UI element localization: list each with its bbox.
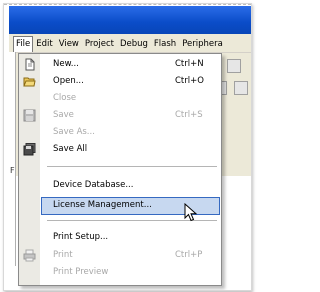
menu-peripherals[interactable]: Periphera xyxy=(179,37,226,53)
menu-item-label: Save All xyxy=(53,144,88,154)
project-panel-edge xyxy=(9,52,16,266)
menu-item-shortcut: Ctrl+P xyxy=(175,250,203,260)
menu-item-save-all[interactable]: Save All xyxy=(19,142,221,158)
project-panel-label: F xyxy=(10,166,15,175)
print-icon xyxy=(23,249,36,262)
window-titlebar xyxy=(9,6,251,34)
toolbar-indent-icon[interactable] xyxy=(227,59,241,73)
menu-file[interactable]: File xyxy=(13,36,34,52)
file-menu-dropdown: New... Ctrl+N Open... Ctrl+O Close Save … xyxy=(18,53,222,286)
menu-item-label: Print Preview xyxy=(53,267,109,277)
new-file-icon xyxy=(25,58,35,71)
menu-flash[interactable]: Flash xyxy=(151,37,179,53)
menu-item-open[interactable]: Open... Ctrl+O xyxy=(19,74,221,90)
menu-item-print: Print Ctrl+P xyxy=(19,248,221,264)
menu-item-label: Close xyxy=(53,93,77,103)
menu-item-shortcut: Ctrl+N xyxy=(175,59,204,69)
menu-bar: File Edit View Project Debug Flash Periphera xyxy=(9,36,251,52)
menu-debug[interactable]: Debug xyxy=(117,37,151,53)
menu-item-label: Open... xyxy=(53,76,84,86)
menu-item-label: Print xyxy=(53,250,73,260)
menu-item-save: Save Ctrl+S xyxy=(19,108,221,124)
open-folder-icon xyxy=(23,77,36,87)
menu-item-label: New... xyxy=(53,59,79,69)
mouse-pointer-icon xyxy=(184,203,198,222)
menu-item-save-as: Save As... xyxy=(19,125,221,141)
toolbar-options-icon[interactable] xyxy=(234,81,248,95)
save-disk-icon xyxy=(23,109,36,122)
menu-item-shortcut: Ctrl+S xyxy=(175,110,203,120)
menu-item-print-preview: Print Preview xyxy=(19,265,221,281)
menu-separator xyxy=(47,166,217,167)
save-all-icon xyxy=(23,143,36,156)
menu-item-label: Save xyxy=(53,110,74,120)
menu-project[interactable]: Project xyxy=(82,37,117,53)
screenshot-frame: File Edit View Project Debug Flash Periphera F… xyxy=(3,3,252,291)
menu-item-label: Save As... xyxy=(53,127,95,137)
menu-item-new[interactable]: New... Ctrl+N xyxy=(19,57,221,73)
menu-item-label: License Management... xyxy=(53,200,152,210)
menu-item-label: Print Setup... xyxy=(53,232,109,242)
menu-item-close: Close xyxy=(19,91,221,107)
menu-item-label: Device Database... xyxy=(53,180,134,190)
menu-item-print-setup[interactable]: Print Setup... xyxy=(19,230,221,246)
menu-view[interactable]: View xyxy=(56,37,82,53)
menu-item-device-database[interactable]: Device Database... xyxy=(19,178,221,194)
menu-item-shortcut: Ctrl+O xyxy=(175,76,204,86)
menu-edit[interactable]: Edit xyxy=(33,37,55,53)
